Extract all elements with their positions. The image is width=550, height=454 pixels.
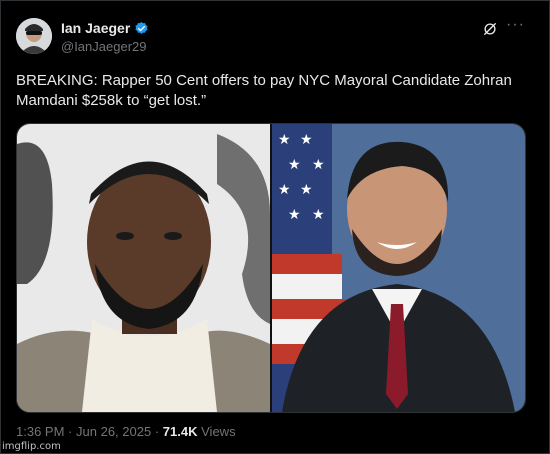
svg-text:★: ★ — [288, 157, 301, 173]
author-name[interactable]: Ian Jaeger — [61, 20, 130, 36]
meta-separator: · — [154, 424, 160, 439]
views-label: Views — [201, 424, 236, 439]
svg-text:★: ★ — [300, 182, 313, 198]
tweet-date[interactable]: Jun 26, 2025 — [76, 424, 151, 439]
svg-text:★: ★ — [278, 182, 291, 198]
views-count: 71.4K — [162, 424, 198, 439]
tweet-meta: 1:36 PM · Jun 26, 2025 · 71.4K Views — [16, 424, 236, 439]
grok-icon[interactable] — [481, 20, 499, 38]
svg-text:★: ★ — [312, 207, 325, 223]
tweet-time[interactable]: 1:36 PM — [16, 424, 64, 439]
watermark: imgflip.com — [2, 441, 61, 452]
media-photo-right[interactable]: ★ ★ ★ ★ ★ ★ ★ ★ — [272, 124, 525, 412]
svg-text:★: ★ — [312, 157, 325, 173]
more-icon[interactable]: ··· — [506, 16, 525, 34]
author-name-row[interactable]: Ian Jaeger — [61, 20, 149, 36]
media-photo-left[interactable] — [17, 124, 270, 412]
verified-badge-icon — [135, 21, 148, 34]
svg-text:★: ★ — [288, 207, 301, 223]
avatar[interactable] — [16, 18, 52, 54]
svg-text:★: ★ — [278, 132, 291, 148]
tweet-media[interactable]: ★ ★ ★ ★ ★ ★ ★ ★ — [16, 123, 526, 413]
avatar-image — [16, 18, 52, 54]
meta-separator: · — [68, 424, 73, 439]
author-handle[interactable]: @IanJaeger29 — [61, 39, 146, 54]
svg-text:★: ★ — [300, 132, 313, 148]
tweet-text: BREAKING: Rapper 50 Cent offers to pay N… — [16, 72, 512, 109]
